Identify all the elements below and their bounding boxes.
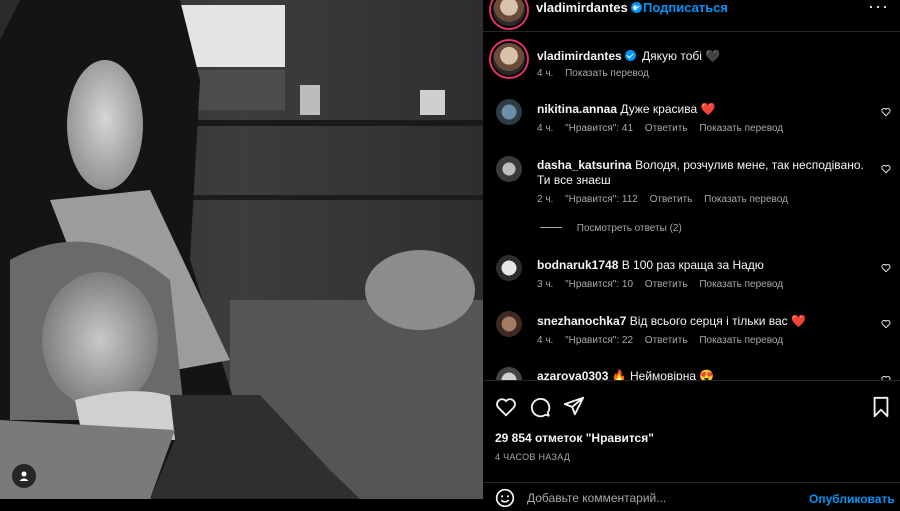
comment-text: Дуже красива ❤️ xyxy=(620,102,716,116)
tagged-users-button[interactable] xyxy=(12,464,36,488)
comments-list[interactable]: vladimirdantes Дякую тобі 🖤 4 ч. Показат… xyxy=(483,33,900,380)
comment-text: 🔥 Неймовірна 😍 xyxy=(611,369,715,380)
verified-badge-icon xyxy=(624,50,636,61)
comment-like-heart-icon[interactable] xyxy=(881,319,891,329)
author-avatar[interactable] xyxy=(493,0,525,26)
comment-like-heart-icon[interactable] xyxy=(881,164,891,174)
emoji-icon[interactable] xyxy=(495,488,515,508)
caption-meta: 4 ч. Показать перевод xyxy=(537,68,658,79)
comment-time: 4 ч. xyxy=(537,123,554,134)
caption-text-line: vladimirdantes Дякую тобі 🖤 xyxy=(537,49,867,64)
comment-text: Від всього серця і тільки вас ❤️ xyxy=(629,314,806,328)
comment-row: snezhanochka7 Від всього серця і тільки … xyxy=(483,311,900,351)
paper-plane-icon[interactable] xyxy=(563,395,585,417)
comment-username[interactable]: nikitina.annaa xyxy=(537,102,617,116)
header-separator: • xyxy=(633,0,638,14)
commenter-avatar[interactable] xyxy=(496,99,522,125)
comment-reply-link[interactable]: Ответить xyxy=(650,194,693,205)
caption-author-avatar[interactable] xyxy=(493,43,525,75)
comment-meta: 2 ч. "Нравится": 112 Ответить Показать п… xyxy=(537,194,797,205)
commenter-avatar[interactable] xyxy=(496,367,522,380)
comment-composer: Опубликовать xyxy=(483,482,900,511)
comment-time: 3 ч. xyxy=(537,279,554,290)
caption-translate-link[interactable]: Показать перевод xyxy=(565,68,649,79)
comment-username[interactable]: snezhanochka7 xyxy=(537,314,626,328)
comment-text-line: azarova0303 🔥 Неймовірна 😍 xyxy=(537,369,867,380)
post-header: vladimirdantes • Подписаться ··· xyxy=(483,0,900,32)
caption-text: Дякую тобі 🖤 xyxy=(642,49,721,63)
comment-username[interactable]: azarova0303 xyxy=(537,369,608,380)
comment-like-heart-icon[interactable] xyxy=(881,107,891,117)
caption-time: 4 ч. xyxy=(537,68,554,79)
comment-time: 4 ч. xyxy=(537,335,554,346)
comment-likes-count[interactable]: "Нравится": 10 xyxy=(565,279,633,290)
comment-translate-link[interactable]: Показать перевод xyxy=(699,123,783,134)
view-replies-button[interactable]: Посмотреть ответы (2) xyxy=(540,223,682,234)
author-username-text[interactable]: vladimirdantes xyxy=(536,0,628,15)
comment-username[interactable]: dasha_katsurina xyxy=(537,158,632,172)
comment-like-heart-icon[interactable] xyxy=(881,263,891,273)
post-photo-image xyxy=(0,0,483,499)
follow-button[interactable]: Подписаться xyxy=(643,0,728,15)
comment-translate-link[interactable]: Показать перевод xyxy=(704,194,788,205)
post-side-panel: vladimirdantes • Подписаться ··· vladimi… xyxy=(483,0,900,511)
comment-text-line: dasha_katsurina Володя, розчулив мене, т… xyxy=(537,158,867,188)
commenter-avatar[interactable] xyxy=(496,156,522,182)
commenter-avatar[interactable] xyxy=(496,311,522,337)
comment-likes-count[interactable]: "Нравится": 41 xyxy=(565,123,633,134)
comment-meta: 4 ч. "Нравится": 41 Ответить Показать пе… xyxy=(537,123,792,134)
comment-text-line: nikitina.annaa Дуже красива ❤️ xyxy=(537,102,867,117)
commenter-avatar[interactable] xyxy=(496,255,522,281)
post-comment-button[interactable]: Опубликовать xyxy=(809,492,895,506)
caption-row: vladimirdantes Дякую тобі 🖤 4 ч. Показат… xyxy=(483,43,900,93)
comment-text-line: bodnaruk1748 В 100 раз краща за Надю xyxy=(537,258,867,273)
comment-text: В 100 раз краща за Надю xyxy=(621,258,764,272)
post-photo[interactable] xyxy=(0,0,483,499)
comment-row: nikitina.annaa Дуже красива ❤️ 4 ч. "Нра… xyxy=(483,99,900,139)
comment-icon[interactable] xyxy=(529,396,551,418)
user-icon xyxy=(19,471,29,481)
comment-translate-link[interactable]: Показать перевод xyxy=(699,335,783,346)
comment-reply-link[interactable]: Ответить xyxy=(645,123,688,134)
comment-meta: 4 ч. "Нравится": 22 Ответить Показать пе… xyxy=(537,335,792,346)
post-timestamp[interactable]: 4 ЧАСОВ НАЗАД xyxy=(495,452,570,462)
comment-time: 2 ч. xyxy=(537,194,554,205)
comment-meta: 3 ч. "Нравится": 10 Ответить Показать пе… xyxy=(537,279,792,290)
more-options-icon[interactable]: ··· xyxy=(868,0,889,17)
comment-row: bodnaruk1748 В 100 раз краща за Надю 3 ч… xyxy=(483,255,900,295)
comment-username[interactable]: bodnaruk1748 xyxy=(537,258,618,272)
likes-count[interactable]: 29 854 отметок "Нравится" xyxy=(495,431,654,445)
bookmark-icon[interactable] xyxy=(870,396,892,418)
view-replies-label[interactable]: Посмотреть ответы (2) xyxy=(577,223,682,234)
comment-likes-count[interactable]: "Нравится": 112 xyxy=(565,194,638,205)
comment-input[interactable] xyxy=(527,489,797,507)
comment-likes-count[interactable]: "Нравится": 22 xyxy=(565,335,633,346)
caption-username[interactable]: vladimirdantes xyxy=(537,49,622,63)
author-username[interactable]: vladimirdantes xyxy=(536,0,642,15)
comment-translate-link[interactable]: Показать перевод xyxy=(699,279,783,290)
comment-text-line: snezhanochka7 Від всього серця і тільки … xyxy=(537,314,867,329)
post-actions: 29 854 отметок "Нравится" 4 ЧАСОВ НАЗАД xyxy=(483,380,900,482)
comment-row: dasha_katsurina Володя, розчулив мене, т… xyxy=(483,154,900,236)
heart-icon[interactable] xyxy=(495,396,517,418)
comment-reply-link[interactable]: Ответить xyxy=(645,335,688,346)
comment-row: azarova0303 🔥 Неймовірна 😍 xyxy=(483,367,900,380)
comment-reply-link[interactable]: Ответить xyxy=(645,279,688,290)
